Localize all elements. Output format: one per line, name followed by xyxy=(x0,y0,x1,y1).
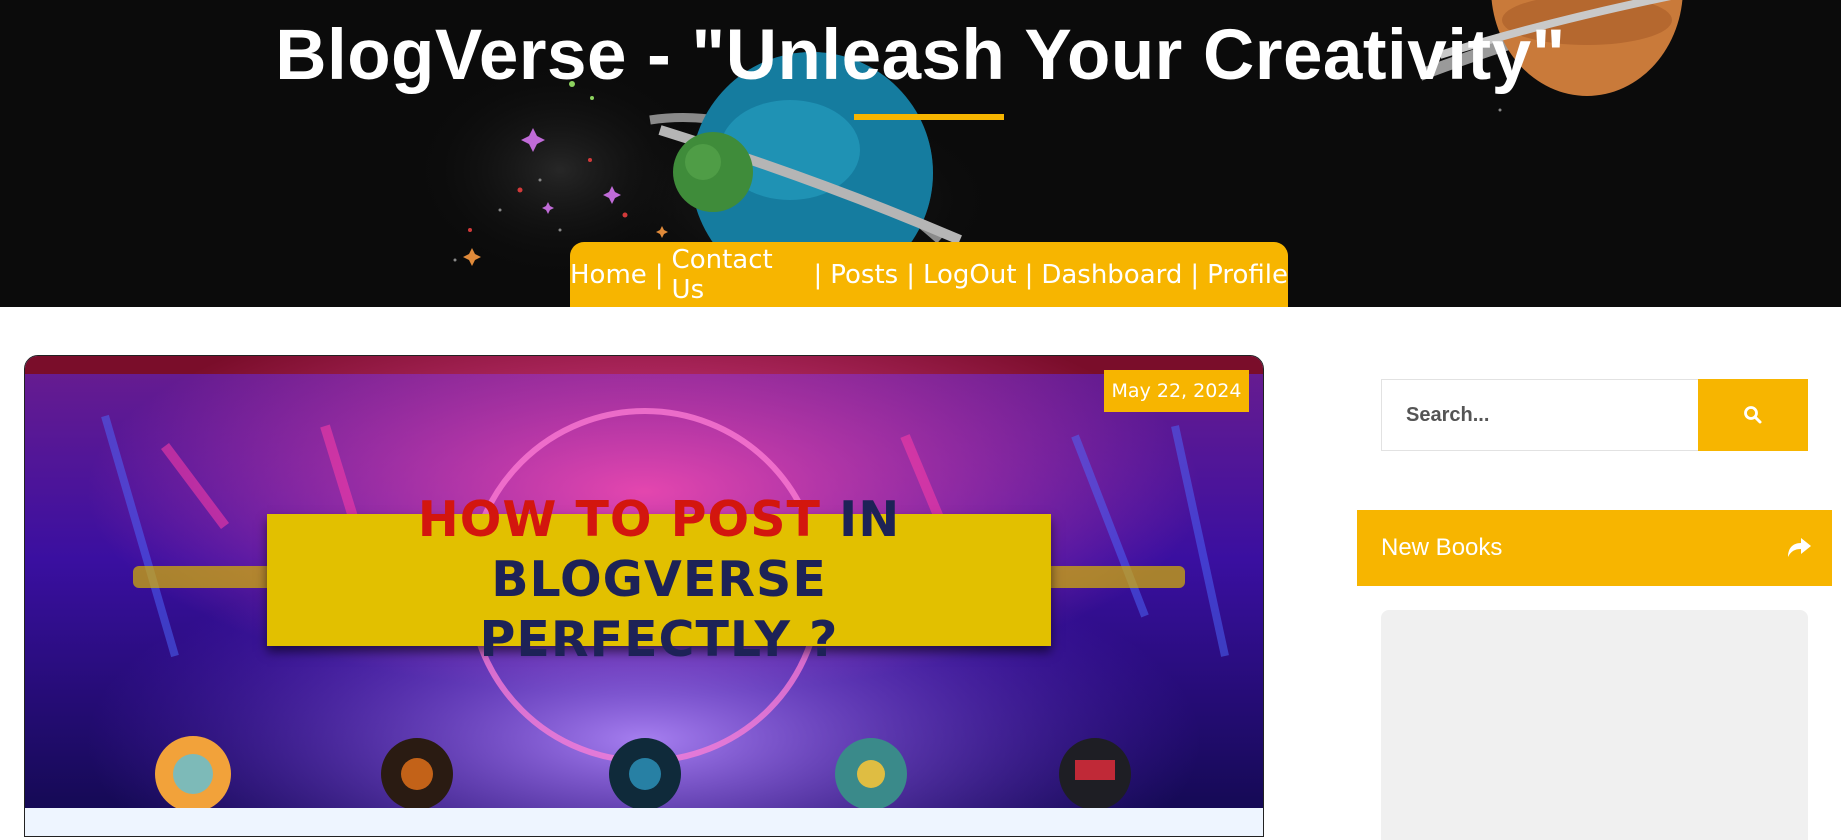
thumbnail-title-banner: HOW TO POST IN BLOGVERSE PERFECTLY ? xyxy=(267,491,1051,668)
thumbnail-title-line-2: PERFECTLY ? xyxy=(479,611,839,668)
post-card[interactable]: May 22, 2024 HOW TO POST IN BLOGVERSE PE… xyxy=(24,355,1264,837)
new-books-widget-body xyxy=(1381,610,1808,840)
thumbnail-title-line-1: HOW TO POST IN BLOGVERSE xyxy=(267,490,1051,610)
title-underline xyxy=(854,114,1004,120)
search-button[interactable] xyxy=(1698,379,1808,451)
search-icon xyxy=(1744,406,1762,424)
nav-home[interactable]: Home xyxy=(570,260,647,290)
nav-posts[interactable]: Posts xyxy=(830,260,898,290)
post-date-badge: May 22, 2024 xyxy=(1104,370,1249,412)
nav-separator: | xyxy=(813,259,823,290)
search-input[interactable] xyxy=(1382,380,1698,450)
search-form xyxy=(1381,379,1808,451)
nav-logout[interactable]: LogOut xyxy=(923,260,1017,290)
nav-contact-us[interactable]: Contact Us xyxy=(672,245,806,305)
nav-separator: | xyxy=(1024,259,1034,290)
widget-title: New Books xyxy=(1381,534,1503,561)
main-nav: Home | Contact Us | Posts | LogOut | Das… xyxy=(570,242,1288,307)
nav-separator: | xyxy=(1190,259,1200,290)
new-books-widget-header[interactable]: New Books xyxy=(1357,510,1832,586)
site-title: BlogVerse - "Unleash Your Creativity" xyxy=(275,16,1566,95)
thumbnail-title-red: HOW TO POST xyxy=(417,491,821,548)
hero-header: BlogVerse - "Unleash Your Creativity" Ho… xyxy=(0,0,1841,307)
share-arrow-icon[interactable] xyxy=(1786,537,1812,559)
nav-dashboard[interactable]: Dashboard xyxy=(1041,260,1182,290)
nav-separator: | xyxy=(906,259,915,290)
nav-profile[interactable]: Profile xyxy=(1207,260,1288,290)
nav-separator: | xyxy=(654,259,664,290)
